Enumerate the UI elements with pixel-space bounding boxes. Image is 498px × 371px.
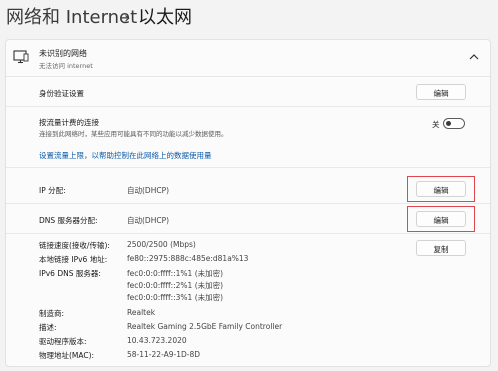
copy-button[interactable]: 复制 bbox=[416, 240, 466, 256]
ip-edit-button[interactable]: 编辑 bbox=[416, 181, 466, 197]
manufacturer-value: Realtek bbox=[127, 308, 156, 317]
divider bbox=[6, 233, 490, 234]
data-limit-link[interactable]: 设置流量上限，以帮助控制在此网络上的数据使用量 bbox=[39, 150, 212, 161]
breadcrumb-chevron-icon: › bbox=[124, 8, 131, 27]
monitor-icon bbox=[13, 50, 29, 64]
mac-address-value: 58-11-22-A9-1D-8D bbox=[127, 350, 200, 359]
toggle-knob bbox=[446, 121, 451, 126]
breadcrumb-parent[interactable]: 网络和 Internet bbox=[6, 6, 137, 30]
dns-assignment-label: DNS 服务器分配: bbox=[39, 216, 98, 225]
driver-version-label: 驱动程序版本: bbox=[39, 337, 87, 346]
auth-edit-button[interactable]: 编辑 bbox=[416, 84, 466, 100]
metered-toggle-state: 关 bbox=[432, 120, 440, 129]
metered-connection-label: 按流量计费的连接 bbox=[39, 118, 99, 127]
ipv6-dns-value: fec0:0:0:ffff::3%1 (未加密) bbox=[127, 293, 224, 302]
chevron-up-icon[interactable] bbox=[469, 53, 479, 61]
divider bbox=[6, 106, 490, 107]
metered-toggle[interactable] bbox=[443, 118, 465, 129]
ip-assignment-value: 自动(DHCP) bbox=[127, 186, 170, 195]
link-speed-label: 链接速度(接收/传输): bbox=[39, 241, 110, 250]
metered-connection-description: 连接到此网络时，某些应用可能具有不同的功能以减少数据使用。 bbox=[39, 130, 228, 138]
link-speed-value: 2500/2500 (Mbps) bbox=[127, 240, 196, 249]
network-status: 无法访问 internet bbox=[39, 62, 93, 70]
mac-address-label: 物理地址(MAC): bbox=[39, 351, 95, 360]
auth-settings-label: 身份验证设置 bbox=[39, 89, 84, 98]
ipv6-local-value: fe80::2975:888c:485e:d81a%13 bbox=[127, 254, 249, 263]
dns-assignment-value: 自动(DHCP) bbox=[127, 216, 170, 225]
ipv6-dns-value: fec0:0:0:ffff::1%1 (未加密) bbox=[127, 269, 224, 278]
divider bbox=[6, 203, 490, 204]
page-title: 以太网 bbox=[138, 7, 192, 28]
ipv6-local-label: 本地链接 IPv6 地址: bbox=[39, 255, 108, 264]
dns-edit-button[interactable]: 编辑 bbox=[416, 211, 466, 227]
driver-version-value: 10.43.723.2020 bbox=[127, 336, 187, 345]
divider bbox=[6, 167, 490, 168]
manufacturer-label: 制造商: bbox=[39, 309, 65, 318]
description-label: 描述: bbox=[39, 323, 57, 332]
ipv6-dns-label: IPv6 DNS 服务器: bbox=[39, 269, 101, 278]
network-name: 未识别的网络 bbox=[39, 49, 87, 58]
network-header[interactable]: 未识别的网络 无法访问 internet bbox=[6, 40, 490, 77]
ip-assignment-label: IP 分配: bbox=[39, 186, 66, 195]
ipv6-dns-value: fec0:0:0:ffff::2%1 (未加密) bbox=[127, 281, 224, 290]
ethernet-properties-card: 未识别的网络 无法访问 internet 身份验证设置 编辑 按流量计费的连接 … bbox=[5, 39, 491, 367]
description-value: Realtek Gaming 2.5GbE Family Controller bbox=[127, 322, 283, 331]
